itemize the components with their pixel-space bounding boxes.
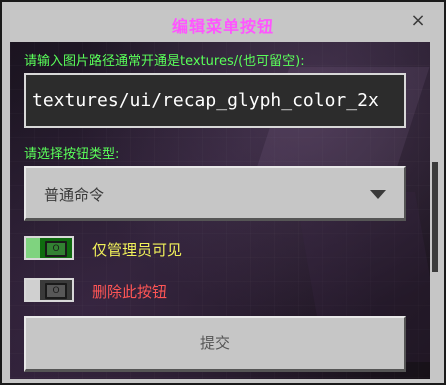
title-bar: 编辑菜单按钮 × [4,4,442,42]
close-icon[interactable]: × [408,11,428,31]
admin-only-label: 仅管理员可见 [92,241,183,259]
button-type-selected: 普通命令 [44,186,105,204]
button-type-dropdown[interactable]: 普通命令 [24,166,406,221]
toggle-indicator-icon: O [45,283,67,299]
toggle-knob [26,238,40,258]
dialog-title: 编辑菜单按钮 [171,17,274,36]
scrollbar[interactable] [430,42,440,379]
toggle-knob [26,280,40,300]
form-panel: 请输入图片路径通常开通是textures/(也可留空): textures/ui… [10,42,430,379]
delete-button-label: 删除此按钮 [92,283,168,301]
image-path-input[interactable]: textures/ui/recap_glyph_color_2x [24,73,406,128]
delete-button-toggle[interactable]: O [24,278,74,302]
chevron-down-icon [370,190,386,199]
toggle-indicator-icon: O [45,241,67,257]
scrollbar-thumb[interactable] [432,162,438,272]
admin-only-toggle[interactable]: O [24,236,74,260]
submit-button[interactable]: 提交 [24,316,406,372]
edit-menu-button-dialog: 编辑菜单按钮 × 请输入图片路径通常开通是textures/(也可留空): te… [0,0,446,385]
image-path-label: 请输入图片路径通常开通是textures/(也可留空): [24,54,305,69]
button-type-label: 请选择按钮类型: [24,147,120,162]
